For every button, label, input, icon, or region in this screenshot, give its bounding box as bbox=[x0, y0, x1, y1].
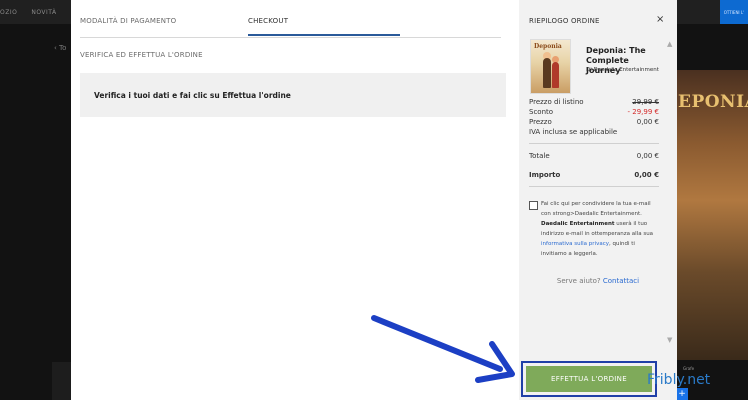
close-icon[interactable]: × bbox=[656, 14, 664, 25]
verify-text: Verifica i tuoi dati e fai clic su Effet… bbox=[94, 90, 291, 100]
discount-row: Sconto - 29,99 € bbox=[529, 108, 659, 116]
place-order-button[interactable]: EFFETTUA L'ORDINE bbox=[526, 366, 652, 392]
background-caption: Grafe bbox=[683, 366, 695, 371]
consent-checkbox[interactable] bbox=[529, 201, 538, 210]
contact-link[interactable]: Contattaci bbox=[603, 277, 639, 285]
back-link[interactable]: ‹ To bbox=[54, 44, 66, 52]
section-title: VERIFICA ED EFFETTUA L'ORDINE bbox=[80, 51, 203, 59]
checkout-tabs: MODALITÀ DI PAGAMENTO CHECKOUT bbox=[80, 0, 501, 38]
amount-value: 0,00 € bbox=[634, 171, 659, 179]
game-hero-image bbox=[676, 70, 748, 360]
amount-row: Importo 0,00 € bbox=[529, 171, 659, 179]
cover-logo: Deponia bbox=[534, 43, 562, 50]
add-button[interactable]: + bbox=[676, 388, 688, 400]
list-price-value: 29,99 € bbox=[632, 98, 659, 106]
checkout-modal: MODALITÀ DI PAGAMENTO CHECKOUT VERIFICA … bbox=[71, 0, 519, 400]
scroll-up-icon[interactable]: ▲ bbox=[667, 40, 672, 48]
consent-text-part: Fai clic qui per condividere la tua e-ma… bbox=[541, 201, 651, 217]
divider bbox=[529, 186, 659, 187]
nav-item-new[interactable]: Novità bbox=[31, 9, 56, 16]
amount-label: Importo bbox=[529, 171, 561, 179]
summary-title: RIEPILOGO ORDINE bbox=[529, 17, 600, 25]
price-value: 0,00 € bbox=[636, 118, 659, 126]
help-text: Serve aiuto? bbox=[556, 277, 601, 285]
list-price-label: Prezzo di listino bbox=[529, 98, 584, 106]
game-hero-title: EPONIA bbox=[678, 92, 748, 112]
verify-box: Verifica i tuoi dati e fai clic su Effet… bbox=[80, 73, 506, 117]
price-label: Prezzo bbox=[529, 118, 552, 126]
consent-company: Daedalic Entertainment bbox=[541, 221, 615, 227]
vat-note: IVA inclusa se applicabile bbox=[529, 128, 618, 136]
list-price-row: Prezzo di listino 29,99 € bbox=[529, 98, 659, 106]
scroll-down-icon[interactable]: ▼ bbox=[667, 336, 672, 344]
discount-label: Sconto bbox=[529, 108, 554, 116]
tab-checkout[interactable]: CHECKOUT bbox=[248, 17, 288, 25]
total-row: Totale 0,00 € bbox=[529, 152, 659, 160]
privacy-policy-link[interactable]: informativa sulla privacy bbox=[541, 241, 609, 247]
tab-payment-method[interactable]: MODALITÀ DI PAGAMENTO bbox=[80, 17, 176, 25]
price-row: Prezzo 0,00 € bbox=[529, 118, 659, 126]
consent-text: Fai clic qui per condividere la tua e-ma… bbox=[541, 199, 656, 259]
nav-item-home[interactable]: ozio bbox=[0, 9, 17, 16]
order-summary-panel: RIEPILOGO ORDINE × ▲ ▼ Deponia Deponia: … bbox=[519, 0, 677, 400]
game-developer: Di Daedalic Entertainment bbox=[586, 67, 659, 73]
total-value: 0,00 € bbox=[636, 152, 659, 160]
watermark-text: Fribly.net bbox=[647, 372, 711, 388]
vat-row: IVA inclusa se applicabile bbox=[529, 128, 659, 136]
active-tab-indicator bbox=[248, 34, 400, 36]
total-label: Totale bbox=[529, 152, 550, 160]
discount-value: - 29,99 € bbox=[627, 108, 659, 116]
help-row: Serve aiuto? Contattaci bbox=[519, 277, 677, 285]
get-button[interactable]: OTTIENI L' bbox=[720, 0, 748, 24]
divider bbox=[529, 143, 659, 144]
game-cover-image: Deponia bbox=[530, 39, 571, 94]
background-strip bbox=[52, 362, 72, 400]
